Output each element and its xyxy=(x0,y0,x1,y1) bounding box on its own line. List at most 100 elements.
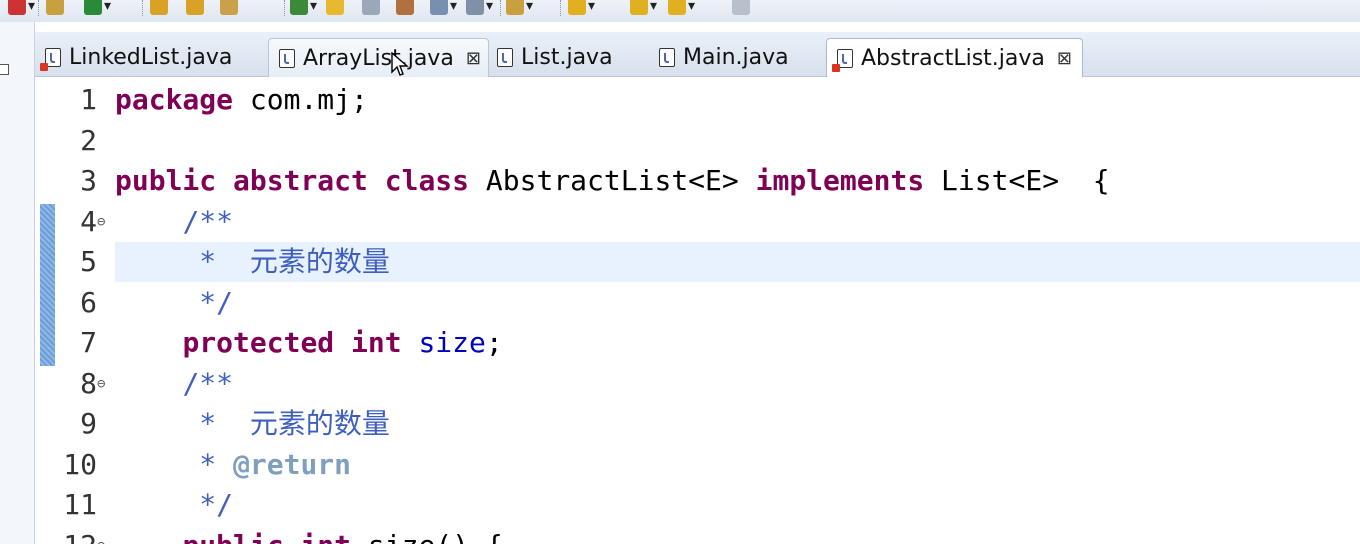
toolbar-separator xyxy=(284,0,286,16)
open-icon[interactable] xyxy=(150,0,168,18)
toolbar-separator xyxy=(560,0,562,16)
java-file-error-icon xyxy=(832,48,853,72)
code-token-plain: AbstractList<E> xyxy=(469,164,756,197)
dropdown-arrow-icon[interactable]: ▾ xyxy=(28,0,35,13)
toolbar-button-icon xyxy=(466,0,484,15)
line-number: 2 xyxy=(80,123,97,157)
code-line[interactable]: 12⊖ public int size() { xyxy=(35,526,1360,544)
close-tab-icon[interactable]: ⊠ xyxy=(466,48,481,69)
dropdown-arrow-icon[interactable]: ▾ xyxy=(526,0,533,13)
code-line[interactable]: 5 * 元素的数量 xyxy=(35,242,1360,282)
code-token-cmtag: @return xyxy=(233,447,352,481)
new-icon[interactable]: ▾ xyxy=(668,0,695,18)
line-number: 11 xyxy=(63,488,97,521)
toolbar-button-icon xyxy=(630,0,648,15)
code-text: * 元素的数量 xyxy=(115,242,390,282)
java-file-icon xyxy=(279,48,295,68)
tab-linkedlist[interactable]: LinkedList.java xyxy=(35,38,268,76)
fold-collapse-icon[interactable]: ⊖ xyxy=(97,377,105,391)
code-token-kw: protected xyxy=(182,326,335,359)
toolbar-button-icon xyxy=(290,0,308,15)
debug-icon[interactable] xyxy=(46,0,64,18)
code-token-kw: abstract xyxy=(233,164,368,197)
code-token-cm: /** xyxy=(182,366,234,400)
dropdown-arrow-icon[interactable]: ▾ xyxy=(588,0,595,13)
toolbar-separator xyxy=(500,0,502,16)
forward-icon[interactable]: ▾ xyxy=(506,0,533,18)
build-icon[interactable] xyxy=(186,0,204,18)
dropdown-arrow-icon[interactable]: ▾ xyxy=(450,0,457,13)
search-icon[interactable] xyxy=(220,0,238,18)
code-text: public abstract class AbstractList<E> im… xyxy=(115,161,1110,201)
mark-icon[interactable] xyxy=(362,0,380,18)
code-line[interactable]: 4 ⊖ /** xyxy=(35,202,1360,242)
toolbar-button-icon xyxy=(668,0,686,15)
code-token-cm: * 元素的数量 xyxy=(199,245,390,278)
code-token-kw: implements xyxy=(755,164,925,197)
toolbar-separator xyxy=(38,0,40,16)
code-text: */ xyxy=(115,283,233,323)
dropdown-arrow-icon[interactable]: ▾ xyxy=(650,0,657,13)
code-editor[interactable]: 1 package com.mj; 2 3 public abstract class … xyxy=(35,77,1360,544)
mouse-cursor-icon xyxy=(391,52,409,76)
toggle-icon[interactable] xyxy=(326,0,344,18)
code-line[interactable]: 6 */ xyxy=(35,283,1360,323)
new-icon[interactable]: ▾ xyxy=(84,0,111,18)
prev-icon[interactable]: ▾ xyxy=(430,0,457,18)
debug-icon[interactable]: ▾ xyxy=(630,0,657,18)
tab-abstractlist[interactable]: AbstractList.java ⊠ xyxy=(826,38,1083,77)
back-icon[interactable]: ▾ xyxy=(466,0,493,18)
toolbar-button-icon xyxy=(362,0,380,15)
dropdown-arrow-icon[interactable]: ▾ xyxy=(104,0,111,13)
code-line[interactable]: 3 public abstract class AbstractList<E> i… xyxy=(35,161,1360,201)
dropdown-arrow-icon[interactable]: ▾ xyxy=(688,0,695,13)
code-line[interactable]: 10 * @return xyxy=(35,445,1360,485)
code-line[interactable]: 7 protected int size; xyxy=(35,323,1360,363)
code-text: package com.mj; xyxy=(115,80,368,120)
code-line[interactable]: 11 */ xyxy=(35,485,1360,525)
toolbar-button-icon xyxy=(430,0,448,15)
tab-main[interactable]: Main.java xyxy=(649,38,826,76)
dropdown-arrow-icon[interactable]: ▾ xyxy=(310,0,317,13)
toolbar-button-icon xyxy=(326,0,344,15)
code-line[interactable]: 1 package com.mj; xyxy=(35,80,1360,120)
tab-label: Main.java xyxy=(683,44,789,70)
tab-arraylist[interactable]: ArrayList.java ⊠ xyxy=(268,38,489,77)
line-number: 12 xyxy=(55,526,97,544)
close-tab-icon[interactable]: ⊠ xyxy=(1057,48,1072,69)
fold-collapse-icon[interactable]: ⊖ xyxy=(97,215,105,229)
tab-list[interactable]: List.java xyxy=(487,38,649,76)
fold-collapse-icon[interactable]: ⊖ xyxy=(97,539,105,544)
line-number: 9 xyxy=(80,407,97,440)
code-token-cm: * 元素的数量 xyxy=(199,407,390,440)
toolbar-button-icon xyxy=(396,0,414,15)
code-line[interactable]: 2 xyxy=(35,121,1360,161)
java-file-icon xyxy=(659,47,675,67)
line-number: 10 xyxy=(63,447,97,481)
annotation-icon[interactable] xyxy=(396,0,414,18)
code-token-cm: /** xyxy=(182,204,234,238)
code-line[interactable]: 8 ⊖ /** xyxy=(35,364,1360,404)
run-icon[interactable]: ▾ xyxy=(8,0,35,18)
code-token-plain: size() { xyxy=(351,529,503,544)
code-text: * @return xyxy=(115,445,351,485)
code-text: */ xyxy=(115,485,233,525)
run-icon[interactable]: ▾ xyxy=(568,0,595,18)
tab-label: List.java xyxy=(521,44,613,70)
open-icon[interactable] xyxy=(732,0,750,18)
code-token-cm: */ xyxy=(199,285,234,319)
code-text: public int size() { xyxy=(115,526,503,544)
java-file-error-icon xyxy=(40,47,61,71)
task-icon[interactable]: ▾ xyxy=(290,0,317,18)
toolbar-button-icon xyxy=(84,0,102,15)
restore-icon[interactable] xyxy=(0,64,9,75)
code-text: /** xyxy=(115,202,233,242)
code-line[interactable]: 9 * 元素的数量 xyxy=(35,404,1360,444)
code-token-field: size xyxy=(418,326,486,359)
dropdown-arrow-icon[interactable]: ▾ xyxy=(486,0,493,13)
